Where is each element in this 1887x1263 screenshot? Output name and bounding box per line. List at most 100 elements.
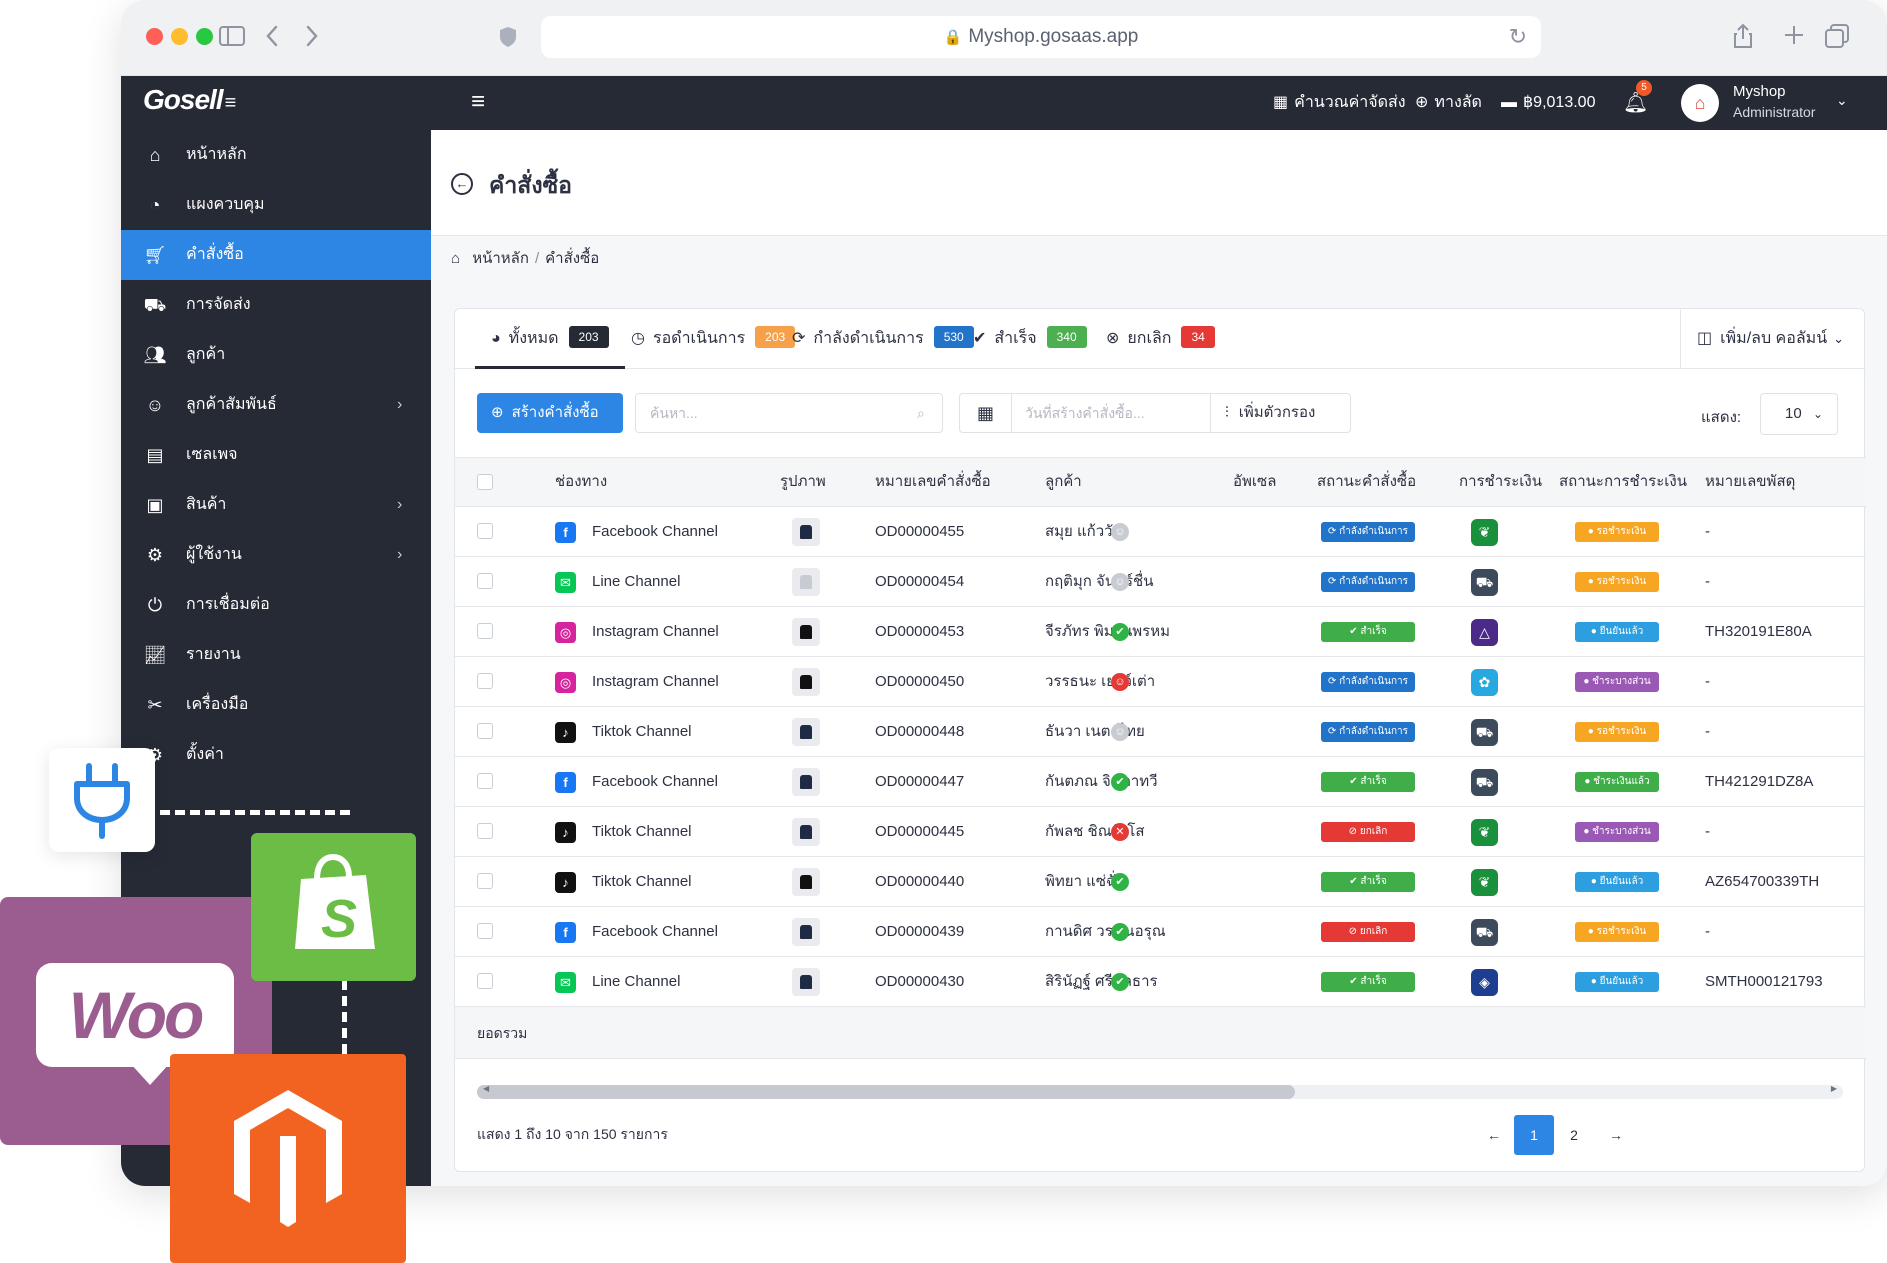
order-number[interactable]: OD00000453: [875, 607, 964, 657]
gosell-logo[interactable]: Gosell ≡: [143, 84, 236, 116]
pagination-page-2[interactable]: 2: [1554, 1115, 1594, 1155]
table-row[interactable]: ◎ Instagram Channel OD00000450 วรรธนะ เยาว์…: [455, 657, 1866, 707]
tab-processing[interactable]: ⟳ กำลังดำเนินการ 530: [792, 309, 974, 369]
column-header[interactable]: ลูกค้า: [1045, 458, 1082, 506]
table-row[interactable]: ♪ Tiktok Channel OD00000448 ธันวา เนตรไทย ☺ ⟳…: [455, 707, 1866, 757]
privacy-shield-icon[interactable]: [498, 25, 518, 53]
column-header[interactable]: รูปภาพ: [780, 458, 826, 506]
tab-pending[interactable]: ◷ รอดำเนินการ 203: [631, 309, 796, 369]
sidebar-item-users[interactable]: ⚙ ผู้ใช้งาน ›: [121, 530, 431, 580]
page-size-select[interactable]: 10 ⌄: [1760, 393, 1838, 435]
sidebar-toggle-icon[interactable]: [218, 24, 246, 52]
row-checkbox[interactable]: [477, 773, 493, 789]
shipping-calculator-button[interactable]: ▦ คำนวณค่าจัดส่ง: [1273, 92, 1406, 114]
back-arrow-icon[interactable]: [264, 24, 280, 52]
column-header[interactable]: อัพเซล: [1233, 458, 1276, 506]
search-input[interactable]: [635, 393, 943, 433]
column-header[interactable]: สถานะคำสั่งซื้อ: [1317, 458, 1416, 506]
tab-completed[interactable]: ✔ สำเร็จ 340: [973, 309, 1087, 369]
product-thumbnail[interactable]: [792, 868, 820, 896]
sidebar-item-products[interactable]: ▣ สินค้า ›: [121, 480, 431, 530]
row-checkbox[interactable]: [477, 873, 493, 889]
product-thumbnail[interactable]: [792, 568, 820, 596]
order-number[interactable]: OD00000450: [875, 657, 964, 707]
product-thumbnail[interactable]: [792, 618, 820, 646]
home-icon[interactable]: ⌂: [451, 250, 460, 267]
sidebar-item-crm[interactable]: ☺ ลูกค้าสัมพันธ์ ›: [121, 380, 431, 430]
tab-all[interactable]: ◕ ทั้งหมด 203: [475, 309, 625, 369]
row-checkbox[interactable]: [477, 723, 493, 739]
sidebar-item-integrations[interactable]: ⏻ การเชื่อมต่อ: [121, 580, 431, 630]
column-header[interactable]: การชำระเงิน: [1459, 458, 1542, 506]
sidebar-item-orders[interactable]: 🛒︎ คำสั่งซื้อ: [121, 230, 431, 280]
address-bar[interactable]: 🔒 Myshop.gosaas.app ↻: [541, 16, 1541, 58]
order-number[interactable]: OD00000440: [875, 857, 964, 907]
pagination-page-1[interactable]: 1: [1514, 1115, 1554, 1155]
date-range-input[interactable]: [1013, 394, 1208, 432]
column-header[interactable]: สถานะการชำระเงิน: [1559, 458, 1687, 506]
user-menu-chevron-icon[interactable]: ⌄: [1836, 92, 1848, 109]
scroll-left-icon[interactable]: ◀: [483, 1084, 489, 1093]
select-all-checkbox[interactable]: [477, 474, 493, 490]
add-filter-button[interactable]: ⫶ เพิ่มตัวกรอง: [1210, 394, 1350, 432]
calendar-icon[interactable]: ▦: [960, 394, 1012, 432]
tab-cancelled[interactable]: ⊗ ยกเลิก 34: [1106, 309, 1215, 369]
table-row[interactable]: ✉ Line Channel OD00000454 กฤติมุก จันทร์ชื่…: [455, 557, 1866, 607]
row-checkbox[interactable]: [477, 823, 493, 839]
table-row[interactable]: f Facebook Channel OD00000447 กันตภณ จินดาท…: [455, 757, 1866, 807]
row-checkbox[interactable]: [477, 623, 493, 639]
new-tab-icon[interactable]: [1783, 24, 1805, 50]
product-thumbnail[interactable]: [792, 668, 820, 696]
sidebar-item-shipping[interactable]: ⛟ การจัดส่ง: [121, 280, 431, 330]
product-thumbnail[interactable]: [792, 768, 820, 796]
user-name[interactable]: Myshop: [1733, 82, 1786, 102]
sidebar-item-salepage[interactable]: ▤ เซลเพจ: [121, 430, 431, 480]
scrollbar-thumb[interactable]: [477, 1085, 1295, 1099]
order-number[interactable]: OD00000430: [875, 957, 964, 1007]
row-checkbox[interactable]: [477, 973, 493, 989]
column-header[interactable]: หมายเลขคำสั่งซื้อ: [875, 458, 991, 506]
row-checkbox[interactable]: [477, 523, 493, 539]
create-order-button[interactable]: ⊕ สร้างคำสั่งซื้อ: [477, 393, 623, 433]
table-row[interactable]: ♪ Tiktok Channel OD00000440 พิทยา แซ่ฉั่ว ✔ ✔…: [455, 857, 1866, 907]
scroll-right-icon[interactable]: ▶: [1831, 1084, 1837, 1093]
forward-arrow-icon[interactable]: [304, 24, 320, 52]
column-header[interactable]: ช่องทาง: [555, 458, 607, 506]
row-checkbox[interactable]: [477, 573, 493, 589]
product-thumbnail[interactable]: [792, 818, 820, 846]
order-number[interactable]: OD00000447: [875, 757, 964, 807]
close-window-dot[interactable]: [146, 28, 163, 45]
reload-icon[interactable]: ↻: [1509, 16, 1527, 58]
horizontal-scrollbar[interactable]: ◀ ▶: [477, 1084, 1843, 1099]
share-icon[interactable]: [1732, 22, 1754, 54]
sidebar-item-home[interactable]: ⌂ หน้าหลัก: [121, 130, 431, 180]
minimize-window-dot[interactable]: [171, 28, 188, 45]
row-checkbox[interactable]: [477, 923, 493, 939]
hamburger-menu-icon[interactable]: ≡: [471, 90, 485, 114]
sidebar-item-reports[interactable]: 📈︎ รายงาน: [121, 630, 431, 680]
table-row[interactable]: ✉ Line Channel OD00000430 สิรินัฏฐ์ ศรีชลธา…: [455, 957, 1866, 1007]
sidebar-item-dashboard[interactable]: ◔ แผงควบคุม: [121, 180, 431, 230]
column-header[interactable]: หมายเลขพัสดุ: [1705, 458, 1795, 506]
sidebar-item-tools[interactable]: ✂ เครื่องมือ: [121, 680, 431, 730]
tabs-overview-icon[interactable]: [1824, 23, 1850, 53]
pagination-prev-button[interactable]: ←: [1474, 1115, 1514, 1155]
product-thumbnail[interactable]: [792, 518, 820, 546]
sidebar-item-customers[interactable]: 👥︎ ลูกค้า: [121, 330, 431, 380]
order-number[interactable]: OD00000455: [875, 507, 964, 557]
table-row[interactable]: ◎ Instagram Channel OD00000453 จีรภัทร พิมา…: [455, 607, 1866, 657]
pagination-next-button[interactable]: →: [1596, 1115, 1636, 1155]
shortcut-button[interactable]: ⊕ ทางลัด: [1415, 92, 1482, 114]
order-number[interactable]: OD00000448: [875, 707, 964, 757]
shop-avatar[interactable]: ⌂: [1681, 84, 1719, 122]
product-thumbnail[interactable]: [792, 968, 820, 996]
table-row[interactable]: f Facebook Channel OD00000439 กานดิศ วรรณอร…: [455, 907, 1866, 957]
product-thumbnail[interactable]: [792, 718, 820, 746]
table-row[interactable]: f Facebook Channel OD00000455 สมุย แก้ววัน ☺…: [455, 507, 1866, 557]
wallet-balance[interactable]: ▬ ฿9,013.00: [1501, 92, 1595, 114]
order-number[interactable]: OD00000445: [875, 807, 964, 857]
back-circle-icon[interactable]: ←: [451, 173, 473, 195]
product-thumbnail[interactable]: [792, 918, 820, 946]
table-row[interactable]: ♪ Tiktok Channel OD00000445 กัพลช ชิณวังโส ✕…: [455, 807, 1866, 857]
order-number[interactable]: OD00000439: [875, 907, 964, 957]
